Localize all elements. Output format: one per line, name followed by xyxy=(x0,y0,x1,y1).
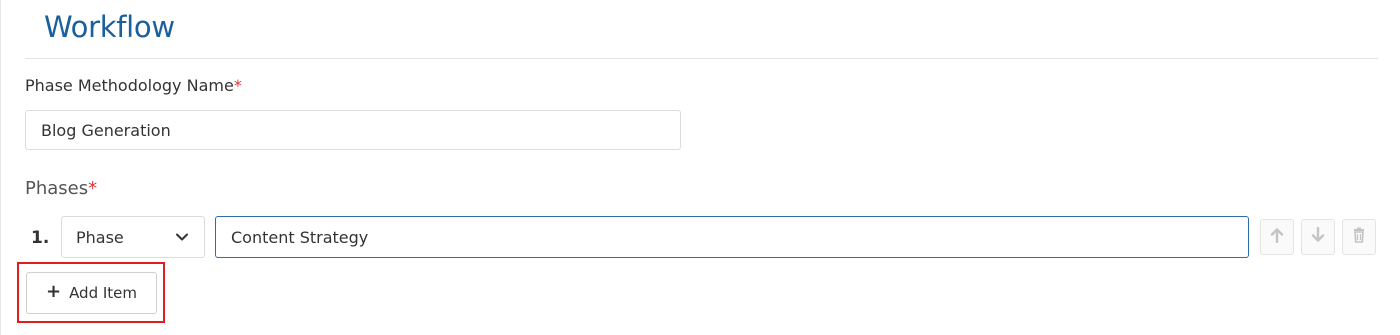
page-title: Workflow xyxy=(44,10,175,44)
required-mark: * xyxy=(233,76,242,95)
methodology-name-label-text: Phase Methodology Name xyxy=(25,76,234,95)
phases-label-text: Phases xyxy=(25,178,89,199)
phase-type-value: Phase xyxy=(76,227,124,247)
chevron-down-icon xyxy=(174,229,190,245)
arrow-up-icon xyxy=(1270,227,1284,248)
required-mark: * xyxy=(88,178,98,199)
methodology-name-label: Phase Methodology Name* xyxy=(25,76,242,95)
phase-row-index: 1. xyxy=(31,228,50,248)
arrow-down-icon xyxy=(1311,226,1325,248)
move-down-button[interactable] xyxy=(1301,219,1335,255)
methodology-name-input[interactable] xyxy=(25,110,681,150)
delete-phase-button[interactable] xyxy=(1342,219,1376,255)
plus-icon: + xyxy=(45,281,62,302)
phase-type-select[interactable]: Phase xyxy=(61,216,205,258)
panel-left-border xyxy=(0,0,1,335)
move-up-button[interactable] xyxy=(1260,219,1294,255)
trash-icon xyxy=(1352,227,1366,248)
title-divider xyxy=(25,58,1378,59)
phases-label: Phases* xyxy=(25,178,97,199)
phase-name-input[interactable] xyxy=(215,216,1249,258)
add-item-button[interactable]: + Add Item xyxy=(26,272,157,314)
add-item-label: Add Item xyxy=(69,284,138,302)
